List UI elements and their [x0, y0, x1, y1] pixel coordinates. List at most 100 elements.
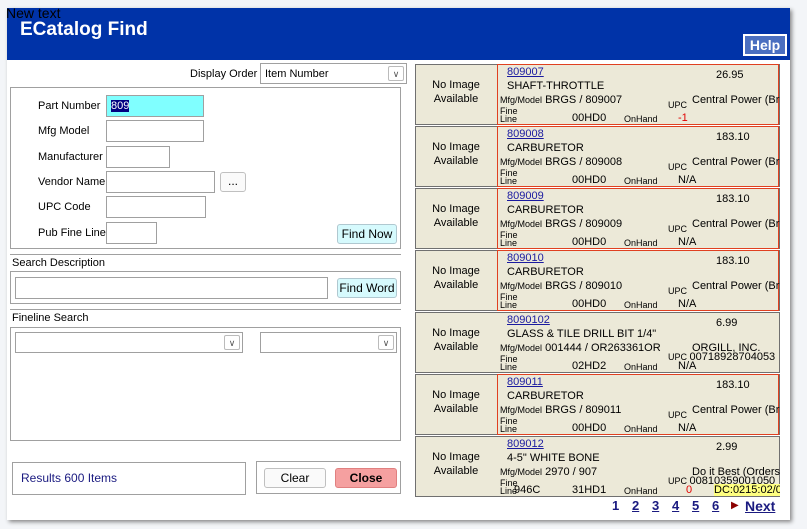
mfg-model-label: Mfg Model [38, 125, 90, 137]
item-number-link[interactable]: 809009 [507, 190, 544, 202]
item-code: 00HD0 [572, 298, 607, 310]
mfg-model-label: Mfg/Model [500, 467, 543, 477]
upc-label: UPC [668, 100, 688, 110]
page-link[interactable]: 1 [612, 498, 619, 513]
item-code: 00HD0 [572, 422, 607, 434]
mfg-model-value: BRGS / 809011 [545, 404, 622, 416]
no-image-text: Available [433, 465, 479, 477]
part-number-label: Part Number [38, 100, 101, 112]
part-number-value: 809 [111, 100, 130, 112]
no-image-placeholder: No Image Available [416, 326, 496, 354]
manufacturer-input[interactable] [106, 146, 170, 168]
page-title: ECatalog Find [20, 19, 148, 40]
fineline-select-1[interactable]: ∨ [15, 332, 243, 353]
fine-line-label: Fine Line [500, 417, 518, 434]
mfg-model-label: Mfg/Model [500, 157, 543, 167]
page-link[interactable]: 3 [652, 498, 659, 513]
page-link[interactable]: 6 [712, 498, 719, 513]
item-vendor: Central Power (Bri [692, 218, 780, 230]
line-text: Line [500, 362, 518, 372]
onhand-label: OnHand [624, 176, 658, 186]
result-card[interactable]: No Image Available 809010 CARBURETOR Mfg/… [415, 250, 780, 311]
line-text: Line [500, 114, 518, 124]
find-now-button[interactable]: Find Now [337, 224, 397, 244]
results-count: Results 600 Items [21, 471, 118, 485]
help-button[interactable]: Help [743, 34, 787, 56]
page-link[interactable]: 4 [672, 498, 679, 513]
no-image-text: No Image [432, 141, 480, 153]
item-number-link[interactable]: 809010 [507, 252, 544, 264]
chevron-down-icon[interactable]: ∨ [388, 66, 404, 81]
search-description-label: Search Description [12, 257, 105, 269]
result-card[interactable]: No Image Available 809009 CARBURETOR Mfg/… [415, 188, 780, 249]
divider [10, 254, 401, 255]
result-card[interactable]: No Image Available 809007 SHAFT-THROTTLE … [415, 64, 780, 125]
no-image-text: No Image [432, 327, 480, 339]
item-number-link[interactable]: 809008 [507, 128, 544, 140]
item-description: CARBURETOR [507, 266, 584, 278]
fineline-select-2[interactable]: ∨ [260, 332, 397, 353]
item-number-link[interactable]: 809007 [507, 66, 544, 78]
item-mfg-model: Mfg/Model BRGS / 809010 [500, 280, 622, 292]
no-image-text: No Image [432, 451, 480, 463]
item-description: GLASS & TILE DRILL BIT 1/4" [507, 328, 657, 340]
page-link[interactable]: 2 [632, 498, 639, 513]
upc-code-input[interactable] [106, 196, 206, 218]
mfg-model-value: BRGS / 809008 [545, 156, 623, 168]
manufacturer-label: Manufacturer [38, 151, 103, 163]
item-mfg-model: Mfg/Model BRGS / 809008 [500, 156, 622, 168]
clear-button[interactable]: Clear [264, 468, 326, 488]
result-card[interactable]: No Image Available 809011 CARBURETOR Mfg/… [415, 374, 780, 435]
display-order-value: Item Number [265, 68, 329, 80]
item-number-link[interactable]: 809011 [507, 376, 543, 388]
chevron-down-icon[interactable]: ∨ [224, 335, 240, 350]
fine-line-label: Fine Line [500, 231, 518, 248]
close-button[interactable]: Close [335, 468, 397, 488]
upc: UPC [668, 285, 687, 297]
mfg-model-input[interactable] [106, 120, 204, 142]
item-vendor: Central Power (Bri [692, 404, 780, 416]
vendor-browse-button[interactable]: ... [220, 172, 246, 192]
next-arrow-icon: ▶ [731, 500, 739, 511]
upc-label: UPC [668, 224, 688, 234]
no-image-text: Available [433, 341, 479, 353]
next-page-link[interactable]: Next [745, 498, 775, 514]
chevron-down-icon[interactable]: ∨ [378, 335, 394, 350]
onhand-label: OnHand [624, 238, 658, 248]
item-mfg-model: Mfg/Model BRGS / 809011 [500, 404, 621, 416]
no-image-placeholder: No Image Available [416, 78, 496, 106]
upc-label: UPC [668, 162, 688, 172]
part-number-input[interactable]: 809 [106, 95, 204, 117]
find-word-button[interactable]: Find Word [337, 278, 397, 298]
item-price: 183.10 [716, 255, 750, 267]
result-card[interactable]: No Image Available 8090102 GLASS & TILE D… [415, 312, 780, 373]
no-image-text: Available [433, 403, 479, 415]
line-text: Line [500, 238, 518, 248]
result-card[interactable]: No Image Available 809012 4-5" WHITE BONE… [415, 436, 780, 497]
divider [10, 309, 401, 310]
item-vendor: Central Power (Bri [692, 280, 780, 292]
no-image-text: No Image [432, 389, 480, 401]
item-price: 26.95 [716, 69, 744, 81]
onhand-value: N/A [678, 422, 697, 434]
page-link[interactable]: 5 [692, 498, 699, 513]
vendor-name-input[interactable] [106, 171, 215, 193]
mfg-model-label: Mfg/Model [500, 343, 543, 353]
pub-fine-line-input[interactable] [106, 222, 157, 244]
result-card[interactable]: No Image Available 809008 CARBURETOR Mfg/… [415, 126, 780, 187]
line-text: Line [500, 176, 518, 186]
item-number-link[interactable]: 8090102 [507, 314, 550, 326]
mfg-model-value: BRGS / 809009 [545, 218, 623, 230]
search-description-input[interactable] [15, 277, 328, 299]
upc: UPC [668, 161, 687, 173]
item-number-link[interactable]: 809012 [507, 438, 544, 450]
item-description: 4-5" WHITE BONE [507, 452, 600, 464]
fine-line-label: Fine Line [500, 107, 518, 124]
display-order-select[interactable]: Item Number ∨ [260, 63, 407, 84]
item-price: 2.99 [716, 441, 738, 453]
onhand-label: OnHand [624, 362, 658, 372]
item-price: 6.99 [716, 317, 738, 329]
item-mfg-model: Mfg/Model 001444 / OR263361OR [500, 342, 661, 354]
onhand-label: OnHand [624, 300, 658, 310]
mfg-model-value: BRGS / 809010 [545, 280, 623, 292]
